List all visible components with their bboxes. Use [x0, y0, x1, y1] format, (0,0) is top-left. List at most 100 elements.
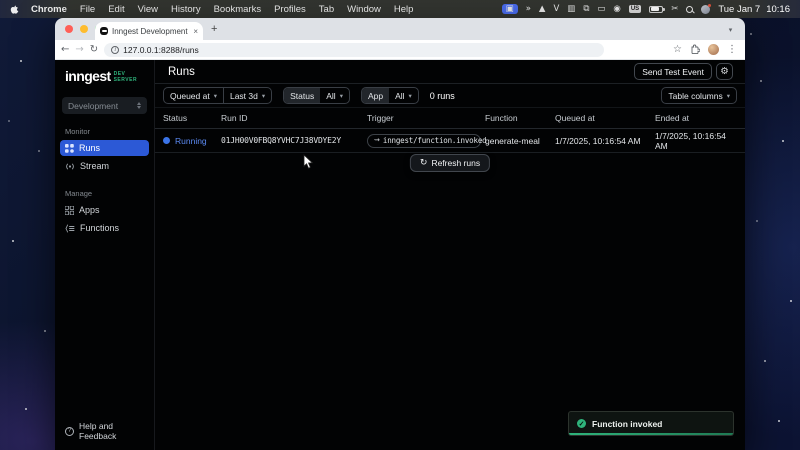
stage-manager-icon[interactable]: ▥: [567, 5, 575, 14]
chevron-down-icon: ▾: [409, 92, 412, 100]
browser-toolbar: ← → ↻ i 127.0.0.1:8288/runs ☆ ⋮: [55, 40, 745, 60]
chevron-down-icon: ▾: [214, 92, 217, 100]
menu-bookmarks[interactable]: Bookmarks: [214, 4, 262, 15]
url-text: 127.0.0.1:8288/runs: [123, 45, 199, 55]
run-count: 0 runs: [430, 91, 455, 101]
forward-icon[interactable]: →: [75, 45, 83, 55]
success-check-icon: ✓: [577, 419, 586, 428]
user-menu-icon[interactable]: [701, 5, 710, 14]
tab-search-chevron-icon[interactable]: ▾: [724, 23, 737, 36]
menu-help[interactable]: Help: [394, 4, 414, 15]
browser-tab[interactable]: Inngest Development Server ×: [95, 22, 203, 40]
monitor-section-label: Monitor: [65, 127, 144, 136]
profile-avatar[interactable]: [708, 44, 719, 55]
menu-file[interactable]: File: [80, 4, 95, 15]
queued-at-value: 1/7/2025, 10:16:54 AM: [555, 136, 655, 146]
menu-edit[interactable]: Edit: [108, 4, 124, 15]
refresh-icon: ↻: [420, 159, 428, 168]
new-tab-button[interactable]: +: [211, 24, 217, 35]
main-panel: Runs Send Test Event ⚙ Queued at▾ Last 3…: [155, 60, 745, 450]
function-name[interactable]: generate-meal: [485, 136, 555, 146]
sidebar: inngest DEV SERVER Development Monitor R…: [55, 60, 155, 450]
v-app-icon[interactable]: V: [553, 5, 559, 14]
time-range-dropdown[interactable]: Last 3d▾: [224, 88, 271, 103]
inngest-logo: inngest: [65, 68, 111, 84]
tab-close-icon[interactable]: ×: [193, 27, 198, 36]
help-and-feedback[interactable]: ? Help and Feedback: [55, 413, 154, 450]
app-filter-dropdown[interactable]: All▾: [389, 88, 418, 103]
menu-chrome[interactable]: Chrome: [31, 4, 67, 15]
column-header-queued-at[interactable]: Queued at: [555, 113, 655, 123]
battery-icon[interactable]: [649, 6, 663, 13]
table-header: Status Run ID Trigger Function Queued at…: [155, 107, 745, 129]
ended-at-value: 1/7/2025, 10:16:54 AM: [655, 131, 737, 151]
extensions-icon[interactable]: [690, 41, 700, 59]
macos-menubar: Chrome File Edit View History Bookmarks …: [0, 0, 800, 18]
site-info-icon[interactable]: i: [111, 46, 119, 54]
close-window-button[interactable]: [65, 25, 73, 33]
column-header-status[interactable]: Status: [163, 113, 221, 123]
display-icon[interactable]: ▭: [597, 5, 605, 14]
help-icon: ?: [65, 427, 74, 436]
chevrons-icon[interactable]: »: [526, 5, 531, 14]
status-filter-dropdown[interactable]: All▾: [320, 88, 349, 103]
trigger-badge[interactable]: ⇝ inngest/function.invoked: [367, 134, 481, 148]
send-test-event-button[interactable]: Send Test Event: [634, 63, 712, 80]
spotlight-search-icon[interactable]: [686, 6, 693, 13]
table-columns-dropdown[interactable]: Table columns▾: [662, 88, 736, 103]
tab-favicon: [100, 27, 108, 35]
environment-select[interactable]: Development: [62, 97, 147, 114]
column-header-run-id[interactable]: Run ID: [221, 113, 367, 123]
app-filter-label: App: [362, 88, 389, 103]
chevron-down-icon: ▾: [340, 92, 343, 100]
status-filter-label: Status: [284, 88, 320, 103]
copy-icon[interactable]: ⧉: [583, 5, 589, 14]
column-header-ended-at[interactable]: Ended at: [655, 113, 737, 123]
app-filter-group: App All▾: [361, 87, 419, 104]
run-id[interactable]: 01JH00V0FBQ8YVHC7J38VDYE2Y: [221, 136, 367, 145]
filter-bar: Queued at▾ Last 3d▾ Status All▾ App All▾…: [155, 84, 745, 107]
sidebar-item-runs[interactable]: Runs: [60, 140, 149, 156]
menu-history[interactable]: History: [171, 4, 201, 15]
triangle-a-icon[interactable]: ▲: [539, 5, 546, 14]
chevron-down-icon: ▾: [727, 92, 730, 100]
back-icon[interactable]: ←: [61, 45, 69, 55]
menu-tab[interactable]: Tab: [319, 4, 334, 15]
time-field-dropdown[interactable]: Queued at▾: [164, 88, 223, 103]
table-row[interactable]: Running 01JH00V0FBQ8YVHC7J38VDYE2Y ⇝ inn…: [155, 129, 745, 153]
sidebar-item-functions[interactable]: Functions: [60, 220, 149, 236]
browser-menu-icon[interactable]: ⋮: [727, 45, 737, 55]
column-header-trigger[interactable]: Trigger: [367, 113, 485, 123]
menu-view[interactable]: View: [138, 4, 158, 15]
minimize-window-button[interactable]: [80, 25, 88, 33]
inngest-app: inngest DEV SERVER Development Monitor R…: [55, 60, 745, 450]
menubar-status-area: ▣ » ▲ V ▥ ⧉ ▭ ◉ US ✂ Tue Jan 710:16: [502, 4, 790, 15]
sidebar-item-apps[interactable]: Apps: [60, 202, 149, 218]
keyboard-layout-badge[interactable]: US: [629, 5, 641, 13]
play-circle-icon[interactable]: ◉: [613, 5, 620, 14]
address-bar[interactable]: i 127.0.0.1:8288/runs: [104, 43, 604, 57]
refresh-runs-button[interactable]: ↻ Refresh runs: [410, 154, 490, 172]
menu-window[interactable]: Window: [347, 4, 381, 15]
event-icon: ⇝: [374, 137, 380, 144]
sidebar-item-stream[interactable]: Stream: [60, 158, 149, 174]
runs-icon: [65, 144, 74, 153]
column-header-function[interactable]: Function: [485, 113, 555, 123]
stream-icon: [65, 162, 75, 171]
bookmark-star-icon[interactable]: ☆: [673, 45, 682, 55]
scissors-icon[interactable]: ✂: [671, 5, 678, 14]
toast-notification[interactable]: ✓ Function invoked: [568, 411, 734, 436]
reload-icon[interactable]: ↻: [90, 45, 98, 55]
toast-progress-bar: [569, 433, 733, 435]
tab-title: Inngest Development Server: [112, 27, 189, 36]
menubar-clock[interactable]: Tue Jan 710:16: [718, 4, 790, 15]
screen-sharing-icon[interactable]: ▣: [502, 4, 518, 15]
apple-menu-icon[interactable]: [10, 4, 19, 15]
page-title: Runs: [168, 66, 195, 78]
functions-icon: [65, 224, 75, 233]
gear-icon[interactable]: ⚙: [716, 63, 733, 80]
menubar-menus: Chrome File Edit View History Bookmarks …: [31, 4, 413, 15]
table-columns-group: Table columns▾: [661, 87, 737, 104]
menu-profiles[interactable]: Profiles: [274, 4, 306, 15]
manage-section-label: Manage: [65, 189, 144, 198]
